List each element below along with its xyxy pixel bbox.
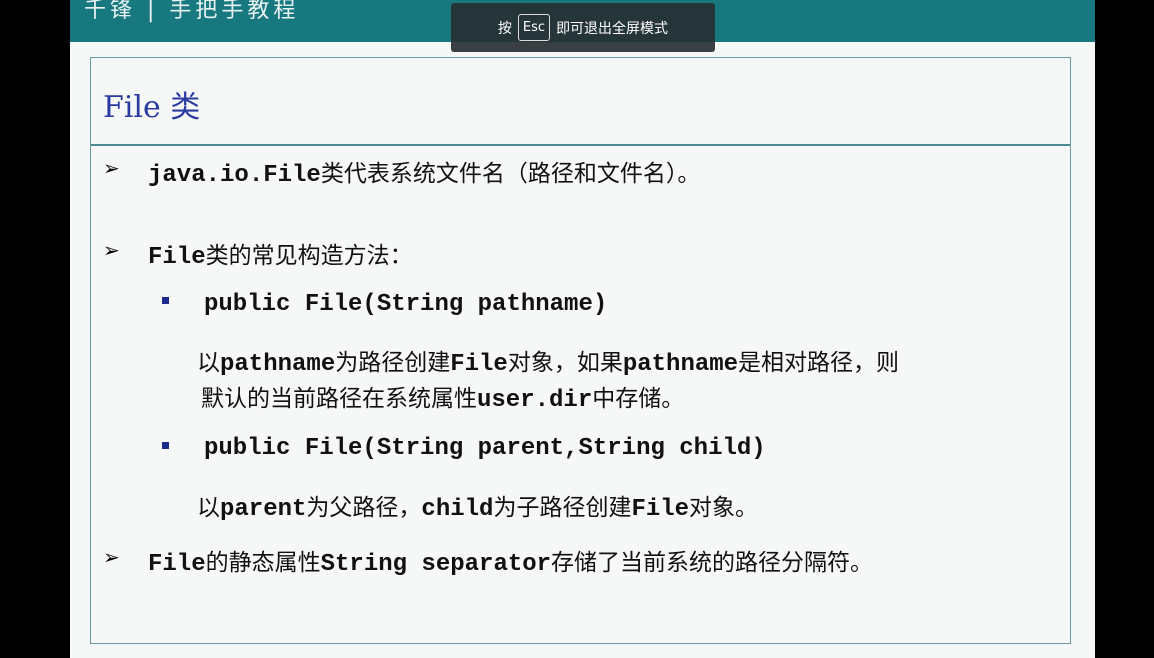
text: 类的常见构造方法：	[205, 243, 413, 269]
t: 的静态属性	[205, 550, 321, 576]
arrow-bullet-icon: ➢	[103, 545, 120, 569]
constructor-1: public File(String pathname)	[204, 290, 607, 318]
fullscreen-exit-toast: 按 Esc 即可退出全屏模式	[451, 3, 715, 52]
constructor-1-desc-1: 以pathname为路径创建File对象，如果pathname是相对路径，则	[197, 343, 899, 378]
t: parent	[220, 496, 307, 523]
esc-key: Esc	[517, 14, 551, 41]
square-bullet-icon	[162, 442, 169, 449]
signature: public File(String parent,String child)	[204, 435, 766, 462]
t: 默认的当前路径在系统属性	[201, 386, 477, 412]
t: 为路径创建	[335, 350, 451, 376]
constructor-2: public File(String parent,String child)	[204, 434, 766, 462]
slide-title: File 类	[103, 90, 201, 125]
constructor-2-desc: 以parent为父路径，child为子路径创建File对象。	[197, 488, 758, 523]
text: 类代表系统文件名（路径和文件名）。	[320, 161, 701, 187]
code: File	[148, 244, 206, 271]
t: 对象。	[689, 495, 759, 521]
t: File	[148, 551, 206, 578]
content-box: File 类 ➢ java.io.File类代表系统文件名（路径和文件名）。 ➢…	[90, 57, 1071, 644]
t: 为父路径，	[306, 495, 422, 521]
t: child	[421, 496, 494, 523]
title-divider	[91, 144, 1070, 146]
t: File	[631, 496, 690, 523]
t: 以	[197, 350, 220, 376]
t: File	[450, 351, 508, 378]
code: java.io.File	[148, 162, 321, 189]
bullet-2: File类的常见构造方法：	[148, 236, 413, 271]
constructor-1-desc-2: 默认的当前路径在系统属性user.dir中存储。	[201, 379, 684, 414]
t: pathname	[622, 351, 739, 378]
square-bullet-icon	[162, 297, 169, 304]
slide: 千锋 | 手把手教程 按 Esc 即可退出全屏模式 File 类 ➢ java.…	[70, 0, 1095, 658]
t: 为子路径创建	[493, 495, 632, 521]
toast-pre: 按	[497, 20, 512, 37]
arrow-bullet-icon: ➢	[103, 238, 120, 262]
t: 对象，如果	[507, 350, 623, 376]
t: 中存储。	[592, 386, 685, 412]
t: 存储了当前系统的路径分隔符。	[551, 550, 874, 576]
arrow-bullet-icon: ➢	[103, 156, 120, 180]
t: 是相对路径，则	[738, 350, 900, 376]
t: 以	[197, 495, 220, 521]
t: user.dir	[477, 387, 593, 414]
t: pathname	[220, 351, 336, 378]
t: String separator	[320, 551, 552, 578]
bullet-3: File的静态属性String separator存储了当前系统的路径分隔符。	[148, 543, 873, 578]
bullet-1: java.io.File类代表系统文件名（路径和文件名）。	[148, 154, 700, 189]
toast-post: 即可退出全屏模式	[556, 20, 669, 37]
logo: 千锋 | 手把手教程	[84, 0, 300, 23]
signature: public File(String pathname)	[204, 291, 608, 318]
